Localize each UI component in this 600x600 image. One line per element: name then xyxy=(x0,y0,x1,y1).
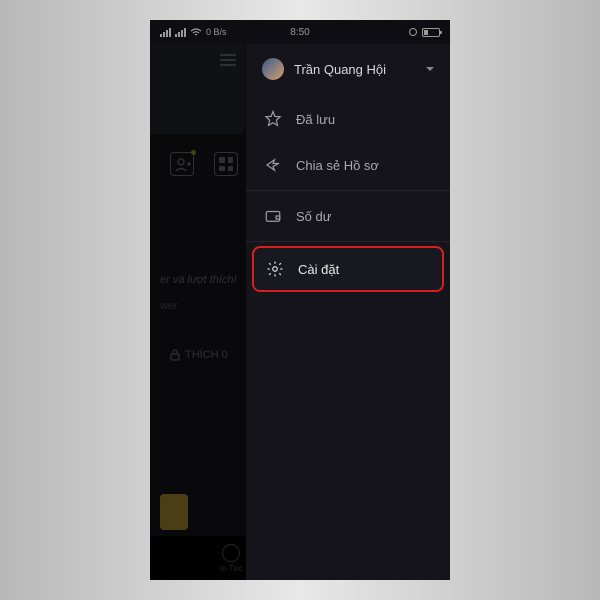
hamburger-icon[interactable] xyxy=(220,54,236,66)
divider xyxy=(246,190,450,191)
yellow-action-button[interactable] xyxy=(160,494,188,530)
drawer-label-balance: Số dư xyxy=(296,209,331,224)
drawer-label-share: Chia sẻ Hồ sơ xyxy=(296,158,379,173)
signal-icon xyxy=(160,28,171,37)
wifi-icon xyxy=(190,28,202,37)
drawer-item-balance[interactable]: Số dư xyxy=(246,193,450,239)
status-right xyxy=(408,27,440,37)
battery-icon xyxy=(422,28,440,37)
avatar xyxy=(262,58,284,80)
drawer-item-saved[interactable]: Đã lưu xyxy=(246,96,450,142)
status-time: 8:50 xyxy=(290,27,309,38)
divider-2 xyxy=(246,241,450,242)
wallet-icon xyxy=(264,207,282,225)
refresh-icon xyxy=(408,27,418,37)
wer-text: wer xyxy=(160,300,178,312)
drawer-label-saved: Đã lưu xyxy=(296,112,335,127)
content: er và lượt thích! wer THÍCH 0 ìn Tức Tôi xyxy=(150,44,450,580)
phone-screen: 0 B/s 8:50 er và lượt thích! wer THÍCH 0 xyxy=(150,20,450,580)
followers-text: er và lượt thích! xyxy=(160,274,237,286)
profile-toolbar xyxy=(170,152,238,176)
username: Trần Quang Hội xyxy=(294,62,416,77)
lock-icon xyxy=(170,349,180,361)
account-switcher[interactable]: Trần Quang Hội xyxy=(246,44,450,96)
nav-news-label: ìn Tức xyxy=(220,564,243,573)
add-user-button[interactable] xyxy=(170,152,194,176)
likes-label: THÍCH 0 xyxy=(185,349,228,361)
side-drawer: Trần Quang Hội Đã lưu Chia sẻ Hồ sơ xyxy=(246,44,450,580)
status-left: 0 B/s xyxy=(160,27,227,37)
gear-icon xyxy=(266,260,284,278)
drawer-item-share[interactable]: Chia sẻ Hồ sơ xyxy=(246,142,450,188)
drawer-label-settings: Cài đặt xyxy=(298,262,339,277)
nav-news[interactable]: ìn Tức xyxy=(220,544,243,573)
network-speed: 0 B/s xyxy=(206,27,227,37)
status-bar: 0 B/s 8:50 xyxy=(150,20,450,44)
chat-icon xyxy=(222,544,240,562)
share-icon xyxy=(264,156,282,174)
signal-icon-2 xyxy=(175,28,186,37)
drawer-item-settings[interactable]: Cài đặt xyxy=(252,246,444,292)
notification-dot xyxy=(191,150,196,155)
star-icon xyxy=(264,110,282,128)
qr-button[interactable] xyxy=(214,152,238,176)
likes-row: THÍCH 0 xyxy=(170,349,228,361)
chevron-down-icon xyxy=(426,67,434,71)
